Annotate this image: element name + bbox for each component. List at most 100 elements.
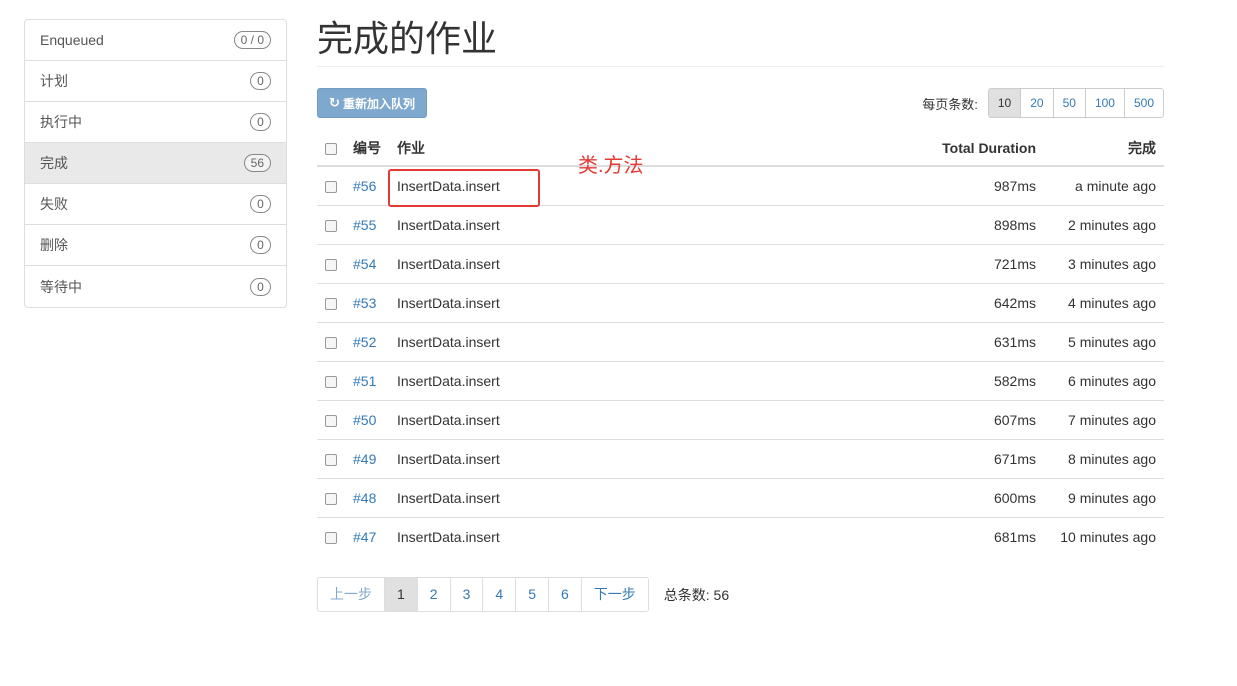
job-name: InsertData.insert <box>389 400 730 440</box>
table-row: #54 InsertData.insert 721ms 3 minutes ag… <box>317 244 1164 284</box>
select-all-checkbox[interactable] <box>325 143 337 156</box>
job-name: InsertData.insert <box>397 528 500 545</box>
job-name: InsertData.insert <box>389 322 730 362</box>
job-name: InsertData.insert <box>389 478 730 518</box>
row-checkbox[interactable] <box>325 532 337 545</box>
job-duration: 607ms <box>729 400 1044 440</box>
count-badge: 0 <box>250 113 271 131</box>
page-button-4[interactable]: 4 <box>482 578 516 611</box>
table-row: #53 InsertData.insert 642ms 4 minutes ag… <box>317 283 1164 323</box>
job-id-cell: #52 <box>345 322 389 362</box>
job-id-link[interactable]: #52 <box>353 334 376 350</box>
row-checkbox[interactable] <box>325 181 337 194</box>
per-page-500[interactable]: 500 <box>1123 89 1163 117</box>
job-id-link[interactable]: #54 <box>353 256 376 272</box>
table-row: #55 InsertData.insert 898ms 2 minutes ag… <box>317 205 1164 245</box>
sidebar-item-label: 等待中 <box>40 278 82 295</box>
table-row: #52 InsertData.insert 631ms 5 minutes ag… <box>317 322 1164 362</box>
job-id-cell: #53 <box>345 283 389 323</box>
per-page-10[interactable]: 10 <box>988 89 1021 117</box>
row-select-cell <box>317 478 345 518</box>
annotation-label: 类.方法 <box>578 155 644 177</box>
per-page-group: 10 20 50 100 500 <box>987 88 1164 118</box>
count-badge: 0 <box>250 236 271 254</box>
sidebar-item-enqueued[interactable]: Enqueued 0 / 0 <box>25 20 286 61</box>
sidebar-item-scheduled[interactable]: 计划 0 <box>25 61 286 102</box>
row-checkbox[interactable] <box>325 297 337 310</box>
annotation-highlight-box <box>388 169 540 207</box>
table-row: #48 InsertData.insert 600ms 9 minutes ag… <box>317 478 1164 518</box>
sidebar-item-awaiting[interactable]: 等待中 0 <box>25 266 286 307</box>
job-id-link[interactable]: #48 <box>353 490 376 506</box>
job-id-link[interactable]: #55 <box>353 217 376 233</box>
job-id-cell: #51 <box>345 361 389 401</box>
job-done-time: 3 minutes ago <box>1044 244 1164 284</box>
job-id-link[interactable]: #47 <box>353 529 376 545</box>
job-name: InsertData.insert <box>389 439 730 479</box>
job-id-cell: #47 <box>345 517 389 556</box>
job-done-time: 4 minutes ago <box>1044 283 1164 323</box>
requeue-button[interactable]: ↻ 重新加入队列 <box>317 88 427 118</box>
sidebar-item-label: 执行中 <box>40 114 82 130</box>
job-duration: 987ms <box>729 166 1044 206</box>
per-page-100[interactable]: 100 <box>1084 89 1124 117</box>
job-duration: 582ms <box>729 361 1044 401</box>
header-select-all <box>317 131 345 167</box>
table-row: #49 InsertData.insert 671ms 8 minutes ag… <box>317 439 1164 479</box>
per-page-20[interactable]: 20 <box>1020 89 1053 117</box>
per-page-50[interactable]: 50 <box>1052 89 1085 117</box>
sidebar-item-label: 完成 <box>40 155 68 171</box>
header-id: 编号 <box>345 131 389 167</box>
page-button-6[interactable]: 6 <box>547 578 581 611</box>
row-select-cell <box>317 400 345 440</box>
count-badge: 0 <box>250 277 271 296</box>
prev-page-button[interactable]: 上一步 <box>318 578 384 611</box>
row-checkbox[interactable] <box>325 336 337 349</box>
per-page-selector: 每页条数: 10 20 50 100 500 <box>922 88 1164 118</box>
sidebar-item-label: 删除 <box>40 237 68 253</box>
table-row: #50 InsertData.insert 607ms 7 minutes ag… <box>317 400 1164 440</box>
page-button-5[interactable]: 5 <box>515 578 548 611</box>
job-id-link[interactable]: #56 <box>353 178 376 194</box>
header-job: 作业 <box>389 131 730 167</box>
row-checkbox[interactable] <box>325 375 337 388</box>
job-name: InsertData.insert <box>389 205 730 245</box>
page-button-1[interactable]: 1 <box>384 578 417 611</box>
sidebar-item-succeeded[interactable]: 完成 56 <box>25 143 286 184</box>
job-id-link[interactable]: #53 <box>353 295 376 311</box>
job-done-time: 2 minutes ago <box>1044 205 1164 245</box>
sidebar-item-deleted[interactable]: 删除 0 <box>25 225 286 266</box>
job-duration: 631ms <box>729 322 1044 362</box>
sidebar-item-label: Enqueued <box>40 32 104 48</box>
page-button-2[interactable]: 2 <box>416 578 450 611</box>
total-count: 总条数: 56 <box>663 586 730 603</box>
job-id-link[interactable]: #50 <box>353 412 376 428</box>
job-id-link[interactable]: #51 <box>353 373 376 389</box>
sidebar-item-processing[interactable]: 执行中 0 <box>25 102 286 143</box>
row-checkbox[interactable] <box>325 492 337 505</box>
row-select-cell <box>317 361 345 401</box>
main-content: 完成的作业 ↻ 重新加入队列 每页条数: 10 20 50 100 500 编号… <box>317 0 1164 556</box>
count-badge: 56 <box>243 154 271 172</box>
per-page-label: 每页条数: <box>922 96 978 112</box>
job-id-link[interactable]: #49 <box>353 451 376 467</box>
row-checkbox[interactable] <box>325 219 337 232</box>
requeue-button-label: 重新加入队列 <box>342 96 415 111</box>
page-button-3[interactable]: 3 <box>449 578 483 611</box>
job-id-cell: #49 <box>345 439 389 479</box>
next-page-button[interactable]: 下一步 <box>580 578 648 611</box>
job-done-time: 6 minutes ago <box>1044 361 1164 401</box>
pagination-row: 上一步 1 2 3 4 5 6 下一步 总条数: 56 <box>317 577 729 612</box>
sidebar-item-failed[interactable]: 失败 0 <box>25 184 286 225</box>
row-checkbox[interactable] <box>325 258 337 271</box>
row-checkbox[interactable] <box>325 414 337 427</box>
row-checkbox[interactable] <box>325 453 337 466</box>
sidebar: Enqueued 0 / 0 计划 0 执行中 0 完成 56 失败 0 删除 … <box>24 19 287 308</box>
row-select-cell <box>317 517 345 556</box>
page-title: 完成的作业 <box>317 16 1164 67</box>
header-done: 完成 <box>1044 131 1164 167</box>
pagination: 上一步 1 2 3 4 5 6 下一步 <box>317 577 649 612</box>
job-done-time: 10 minutes ago <box>1060 528 1156 545</box>
count-badge: 0 / 0 <box>233 31 271 49</box>
job-duration: 898ms <box>729 205 1044 245</box>
